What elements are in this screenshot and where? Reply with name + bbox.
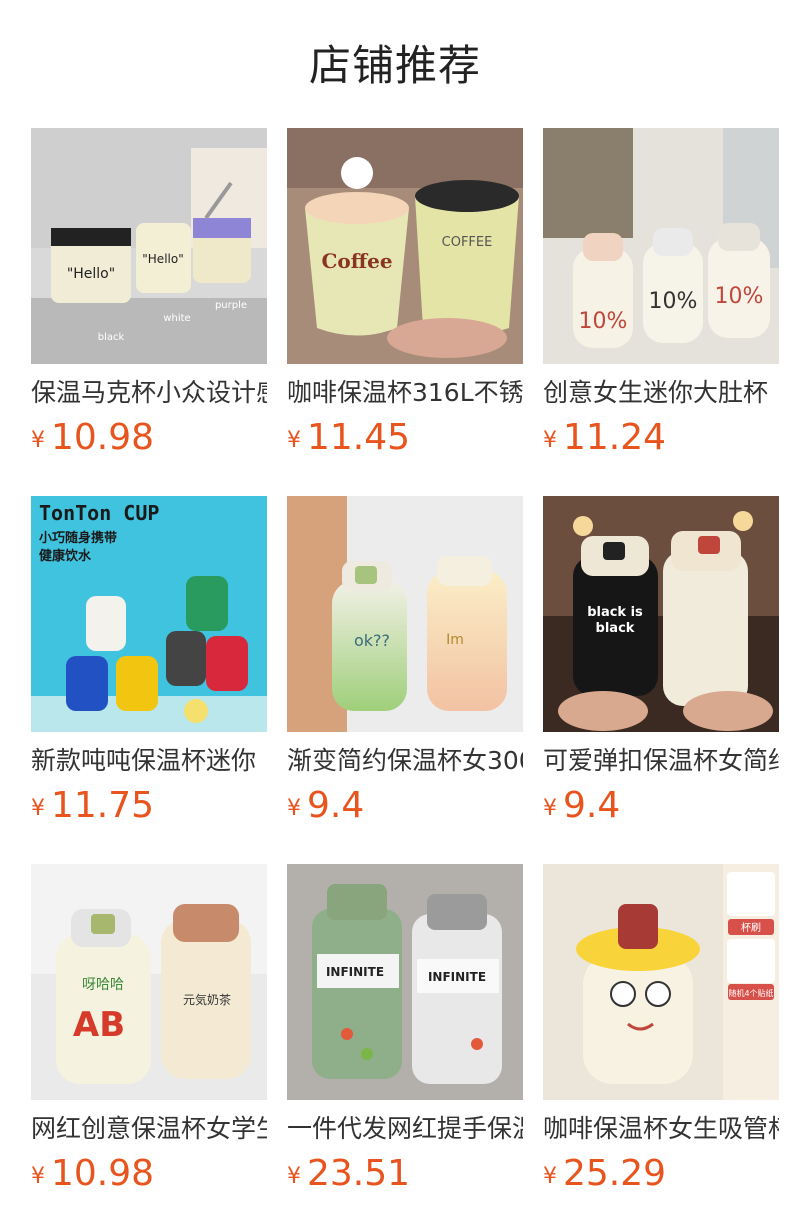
currency-symbol: ¥ (287, 796, 301, 821)
product-name[interactable]: 保温马克杯小众设计感 (31, 376, 267, 410)
image-text: 杯刷 (741, 921, 761, 934)
product-card[interactable]: black is black 可爱弹扣保温杯女简约 ¥9.4 (543, 496, 779, 832)
price-value: 25.29 (563, 1153, 667, 1194)
currency-symbol: ¥ (287, 1164, 301, 1189)
image-text: 10% (649, 289, 698, 314)
yellow-lid-cup-icon[interactable]: 杯刷 随机4个贴纸 (543, 864, 779, 1100)
product-card[interactable]: TonTon CUP 小巧随身携带 健康饮水 新款吨吨保温杯迷你 ¥11.75 (31, 496, 267, 832)
price-value: 9.4 (307, 785, 365, 826)
currency-symbol: ¥ (31, 796, 45, 821)
gradient-bottles-icon[interactable]: ok?? Im (287, 496, 523, 732)
image-text: 随机4个贴纸 (728, 988, 773, 998)
currency-symbol: ¥ (543, 428, 557, 453)
price-value: 11.45 (307, 417, 411, 458)
product-price: ¥11.24 (543, 416, 666, 460)
product-card[interactable]: INFINITE INFINITE 一件代发网红提手保温杯 ¥23.51 (287, 864, 523, 1200)
image-text: Im (446, 632, 464, 648)
image-text: 小巧随身携带 (39, 530, 117, 546)
product-card[interactable]: 呀哈哈 AB 元気奶茶 网红创意保温杯女学生 ¥10.98 (31, 864, 267, 1200)
product-price: ¥9.4 (287, 784, 364, 828)
ten-percent-bottles-icon[interactable]: 10% 10% 10% (543, 128, 779, 364)
image-text: white (163, 313, 190, 324)
product-card[interactable]: "Hello" "Hello" black white purple 保温马克杯… (31, 128, 267, 464)
black-white-bottles-icon[interactable]: black is black (543, 496, 779, 732)
price-value: 9.4 (563, 785, 621, 826)
product-card[interactable]: Coffee COFFEE 咖啡保温杯316L不锈钢 ¥11.45 (287, 128, 523, 464)
image-text: 呀哈哈 (82, 977, 124, 993)
currency-symbol: ¥ (31, 1164, 45, 1189)
image-text: INFINITE (326, 965, 384, 979)
product-price: ¥23.51 (287, 1152, 410, 1196)
price-value: 10.98 (51, 417, 155, 458)
product-name[interactable]: 渐变简约保温杯女300ml (287, 744, 523, 778)
image-text: INFINITE (428, 970, 486, 984)
image-text: TonTon CUP (39, 501, 159, 525)
image-text: black is (587, 605, 643, 620)
image-text: 元気奶茶 (183, 992, 231, 1007)
image-text: "Hello" (142, 252, 183, 266)
currency-symbol: ¥ (543, 1164, 557, 1189)
product-price: ¥25.29 (543, 1152, 666, 1196)
image-text: Coffee (321, 249, 392, 273)
mug-cups-hello-icon[interactable]: "Hello" "Hello" black white purple (31, 128, 267, 364)
product-card[interactable]: ok?? Im 渐变简约保温杯女300ml ¥9.4 (287, 496, 523, 832)
price-value: 10.98 (51, 1153, 155, 1194)
image-text: purple (215, 300, 247, 311)
product-price: ¥10.98 (31, 416, 154, 460)
product-name[interactable]: 网红创意保温杯女学生 (31, 1112, 267, 1146)
image-text: ok?? (354, 631, 390, 650)
product-price: ¥10.98 (31, 1152, 154, 1196)
currency-symbol: ¥ (287, 428, 301, 453)
cartoon-bottles-icon[interactable]: 呀哈哈 AB 元気奶茶 (31, 864, 267, 1100)
image-text: 健康饮水 (39, 548, 92, 564)
page-title: 店铺推荐 (308, 41, 481, 90)
coffee-tumblers-icon[interactable]: Coffee COFFEE (287, 128, 523, 364)
image-text: "Hello" (67, 266, 115, 282)
product-name[interactable]: 新款吨吨保温杯迷你 (31, 744, 267, 778)
image-text: 10% (715, 284, 764, 309)
product-name[interactable]: 可爱弹扣保温杯女简约 (543, 744, 779, 778)
product-card[interactable]: 10% 10% 10% 创意女生迷你大肚杯 ¥11.24 (543, 128, 779, 464)
image-text: AB (73, 1005, 125, 1045)
product-price: ¥11.45 (287, 416, 410, 460)
tonton-cups-icon[interactable]: TonTon CUP 小巧随身携带 健康饮水 (31, 496, 267, 732)
currency-symbol: ¥ (543, 796, 557, 821)
price-value: 11.75 (51, 785, 155, 826)
product-name[interactable]: 咖啡保温杯女生吸管杯 (543, 1112, 779, 1146)
price-value: 11.24 (563, 417, 667, 458)
currency-symbol: ¥ (31, 428, 45, 453)
product-card[interactable]: 杯刷 随机4个贴纸 咖啡保温杯女生吸管杯 ¥25.29 (543, 864, 779, 1200)
image-text: black (98, 332, 125, 343)
image-text: COFFEE (442, 235, 493, 250)
price-value: 23.51 (307, 1153, 411, 1194)
product-price: ¥9.4 (543, 784, 620, 828)
product-name[interactable]: 咖啡保温杯316L不锈钢 (287, 376, 523, 410)
product-name[interactable]: 创意女生迷你大肚杯 (543, 376, 779, 410)
product-name[interactable]: 一件代发网红提手保温杯 (287, 1112, 523, 1146)
image-text: 10% (579, 309, 628, 334)
product-price: ¥11.75 (31, 784, 154, 828)
image-text: black (596, 621, 635, 636)
infinite-bottles-icon[interactable]: INFINITE INFINITE (287, 864, 523, 1100)
